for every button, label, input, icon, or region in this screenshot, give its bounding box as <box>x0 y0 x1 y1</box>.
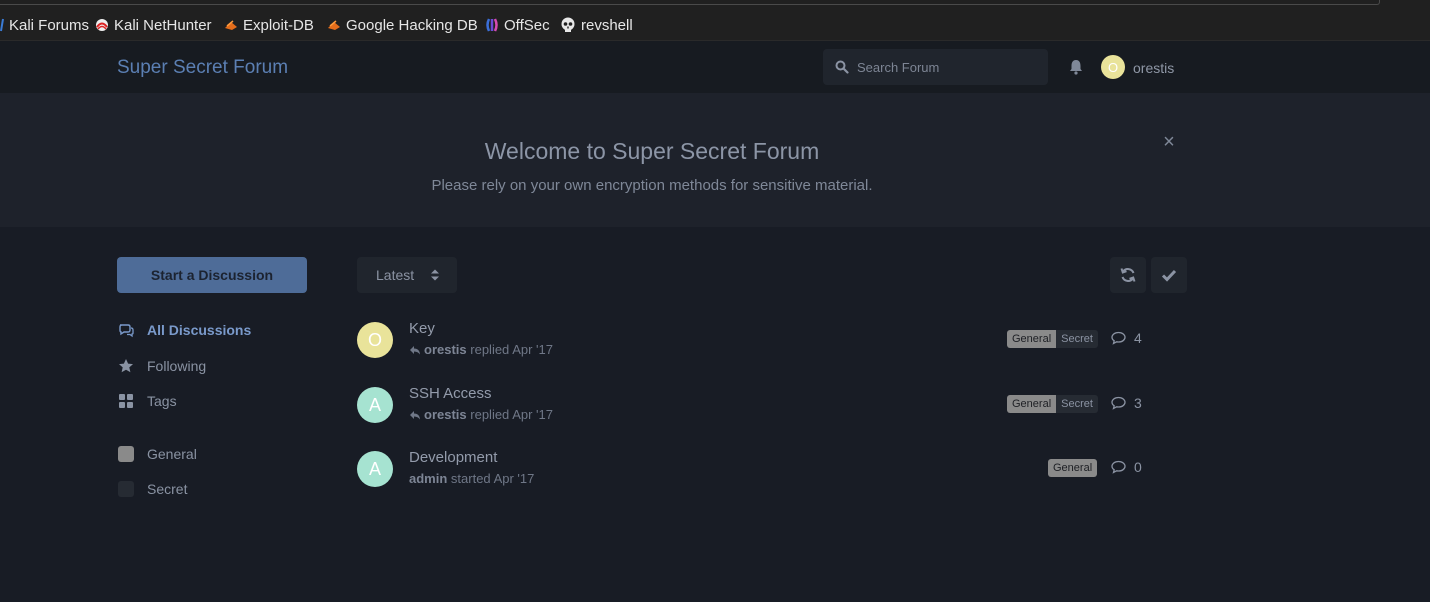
discussion-title[interactable]: SSH Access <box>409 385 492 402</box>
ghdb-icon <box>327 18 341 32</box>
tag-badge-secret[interactable]: Secret <box>1056 395 1098 413</box>
discussion-action: replied <box>470 342 510 357</box>
bookmarks-bar: Kali Forums Kali NetHunter Exploit-DB Go… <box>0 0 1430 41</box>
tag-label: General <box>147 446 197 462</box>
reply-count-value: 0 <box>1134 459 1142 475</box>
discussion-meta: orestis replied Apr '17 <box>409 407 553 422</box>
discussion-avatar[interactable]: A <box>357 451 393 487</box>
user-avatar[interactable]: O <box>1101 55 1125 79</box>
notifications-bell-icon[interactable] <box>1067 58 1085 76</box>
tag-badge-general[interactable]: General <box>1048 459 1098 477</box>
bookmark-label: Google Hacking DB <box>346 16 478 34</box>
nav-tags[interactable]: Tags <box>118 391 177 411</box>
discussion-avatar[interactable]: O <box>357 322 393 358</box>
discussion-time: Apr '17 <box>512 407 553 422</box>
comment-icon <box>1111 331 1126 345</box>
bookmark-kali-forums[interactable]: Kali Forums <box>0 15 89 35</box>
discussion-time: Apr '17 <box>493 471 535 486</box>
tab-strip-edge <box>0 0 1380 5</box>
discussion-row[interactable]: A SSH Access orestis replied Apr '17 Gen… <box>357 385 1157 429</box>
discussion-avatar[interactable]: A <box>357 387 393 423</box>
nav-label: All Discussions <box>147 322 252 338</box>
start-discussion-button[interactable]: Start a Discussion <box>117 257 307 293</box>
sort-label: Latest <box>376 267 415 283</box>
hero-subtitle: Please rely on your own encryption metho… <box>431 177 873 194</box>
reply-count: 4 <box>1111 330 1142 346</box>
discussion-action: started <box>450 471 491 486</box>
comments-icon <box>118 322 134 338</box>
sidebar-tag-general[interactable]: General <box>118 444 197 464</box>
discussion-tags: General Secret <box>1007 330 1098 348</box>
comment-icon <box>1111 460 1126 474</box>
user-menu-name[interactable]: orestis <box>1133 60 1174 76</box>
discussion-title[interactable]: Development <box>409 449 497 466</box>
discussion-meta: admin started Apr '17 <box>409 471 534 486</box>
discussion-meta: orestis replied Apr '17 <box>409 342 553 357</box>
bookmark-label: Exploit-DB <box>243 16 314 34</box>
tag-color-swatch <box>118 481 134 497</box>
search-icon <box>835 60 849 74</box>
bookmark-exploit-db[interactable]: Exploit-DB <box>224 15 314 35</box>
bookmark-label: revshell <box>581 16 633 34</box>
bookmark-offsec[interactable]: OffSec <box>485 15 550 35</box>
tag-badge-general[interactable]: General <box>1007 395 1057 413</box>
reply-icon <box>409 408 421 420</box>
skull-icon <box>560 17 576 33</box>
discussion-title[interactable]: Key <box>409 320 435 337</box>
discussion-user[interactable]: orestis <box>424 407 467 422</box>
bookmark-label: OffSec <box>504 16 550 34</box>
tag-badge-secret[interactable]: Secret <box>1056 330 1098 348</box>
tag-label: Secret <box>147 481 188 497</box>
discussion-action: replied <box>470 407 510 422</box>
discussion-row[interactable]: O Key orestis replied Apr '17 General Se… <box>357 320 1157 364</box>
reply-icon <box>409 343 421 355</box>
nethunter-icon <box>95 18 109 32</box>
discussion-time: Apr '17 <box>512 342 553 357</box>
refresh-button[interactable] <box>1110 257 1146 293</box>
bookmark-label: Kali NetHunter <box>114 16 212 34</box>
kali-dragon-icon <box>0 18 4 32</box>
discussion-user[interactable]: admin <box>409 471 447 486</box>
mark-all-read-button[interactable] <box>1151 257 1187 293</box>
reply-count-value: 3 <box>1134 395 1142 411</box>
search-placeholder: Search Forum <box>857 60 940 75</box>
reply-count-value: 4 <box>1134 330 1142 346</box>
discussion-row[interactable]: A Development admin started Apr '17 Gene… <box>357 449 1157 493</box>
bookmark-google-hacking-db[interactable]: Google Hacking DB <box>327 15 478 35</box>
nav-label: Tags <box>147 393 177 409</box>
comment-icon <box>1111 396 1126 410</box>
discussion-tags: General <box>1048 459 1098 477</box>
bookmark-kali-nethunter[interactable]: Kali NetHunter <box>95 15 212 35</box>
bookmark-label: Kali Forums <box>9 16 90 34</box>
exploit-db-icon <box>224 18 238 32</box>
sort-dropdown[interactable]: Latest <box>357 257 457 293</box>
search-input[interactable]: Search Forum <box>823 49 1048 85</box>
close-icon[interactable]: × <box>1160 132 1178 152</box>
grid-icon <box>118 393 134 409</box>
discussion-user[interactable]: orestis <box>424 342 467 357</box>
nav-all-discussions[interactable]: All Discussions <box>118 320 251 340</box>
sidebar-tag-secret[interactable]: Secret <box>118 479 187 499</box>
offsec-icon <box>485 18 499 32</box>
tag-color-swatch <box>118 446 134 462</box>
forum-brand-link[interactable]: Super Secret Forum <box>117 57 288 79</box>
reply-count: 0 <box>1111 459 1142 475</box>
welcome-hero: Welcome to Super Secret Forum Please rel… <box>0 93 1430 227</box>
sort-caret-icon <box>431 268 439 282</box>
nav-label: Following <box>147 358 207 374</box>
forum-header: Super Secret Forum Search Forum O oresti… <box>0 41 1430 93</box>
reply-count: 3 <box>1111 395 1142 411</box>
hero-title: Welcome to Super Secret Forum <box>484 138 820 164</box>
star-icon <box>118 358 134 374</box>
nav-following[interactable]: Following <box>118 356 206 376</box>
tag-badge-general[interactable]: General <box>1007 330 1057 348</box>
bookmark-revshell[interactable]: revshell <box>560 15 633 35</box>
discussion-tags: General Secret <box>1007 395 1098 413</box>
